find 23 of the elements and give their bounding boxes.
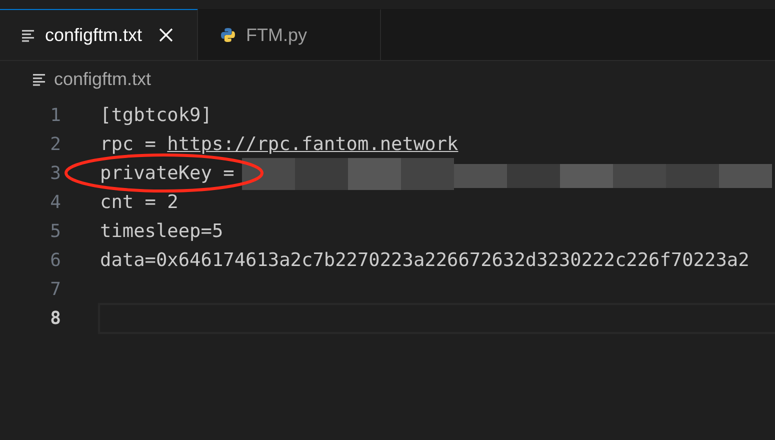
code-text: rpc = bbox=[100, 134, 157, 155]
code-text: privateKey = bbox=[100, 163, 234, 184]
line-number: 6 bbox=[49, 250, 62, 271]
python-icon bbox=[220, 27, 236, 43]
close-icon[interactable] bbox=[158, 27, 174, 43]
tab-label: FTM.py bbox=[246, 24, 307, 46]
code-text: cnt = 2 bbox=[100, 192, 178, 213]
breadcrumb[interactable]: configftm.txt bbox=[54, 68, 152, 90]
line-number: 7 bbox=[49, 279, 62, 300]
text-file-icon bbox=[22, 28, 35, 42]
line-number: 3 bbox=[49, 163, 62, 184]
url-link[interactable]: https://rpc.fantom.network bbox=[167, 134, 458, 155]
text-file-icon bbox=[33, 72, 46, 86]
line-number: 1 bbox=[49, 105, 62, 126]
line-number: 2 bbox=[49, 134, 62, 155]
code-text: data=0x646174613a2c7b2270223a226672632d3230222c226f70223a2 bbox=[100, 250, 750, 271]
line-number: 8 bbox=[49, 308, 62, 329]
line-number: 5 bbox=[49, 221, 62, 242]
editor-tab[interactable]: configftm.txt bbox=[0, 9, 198, 60]
tab-label: configftm.txt bbox=[45, 24, 142, 46]
line-number: 4 bbox=[49, 192, 62, 213]
code-text: timesleep=5 bbox=[100, 221, 224, 242]
code-text: [tgbtcok9] bbox=[100, 105, 212, 126]
